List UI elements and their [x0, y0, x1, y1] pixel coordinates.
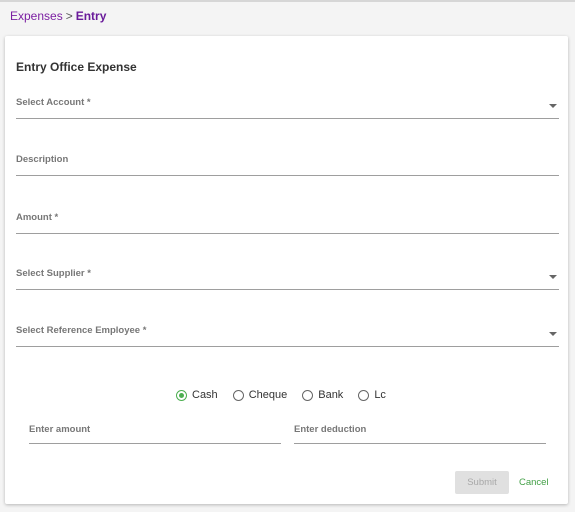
breadcrumb-separator: > [65, 9, 73, 23]
radio-circle-icon [176, 389, 187, 401]
select-account-dropdown[interactable]: Select Account * [16, 90, 559, 119]
amount-label: Amount * [16, 212, 59, 223]
breadcrumb: Expenses > Entry [10, 9, 106, 23]
radio-circle-icon [232, 389, 244, 401]
radio-label: Bank [318, 389, 344, 401]
submit-button[interactable]: Submit [455, 471, 509, 494]
form-title: Entry Office Expense [16, 60, 137, 74]
radio-label: Cash [192, 389, 218, 401]
radio-bank[interactable]: Bank [302, 389, 343, 401]
amount-input[interactable]: Amount * [16, 205, 559, 234]
enter-deduction-label: Enter deduction [294, 424, 367, 435]
radio-lc[interactable]: Lc [358, 389, 386, 401]
select-account-label: Select Account * [16, 97, 91, 108]
expense-form-card: Entry Office Expense Select Account * De… [5, 36, 568, 504]
dropdown-arrow-icon [549, 104, 557, 108]
select-reference-employee-dropdown[interactable]: Select Reference Employee * [16, 318, 559, 347]
radio-label: Cheque [248, 389, 288, 401]
description-label: Description [16, 154, 69, 165]
radio-cash[interactable]: Cash [176, 389, 218, 401]
enter-amount-label: Enter amount [29, 424, 91, 435]
cancel-button[interactable]: Cancel [519, 477, 549, 488]
radio-cheque[interactable]: Cheque [232, 389, 288, 401]
top-shadow [0, 0, 575, 2]
radio-label: Lc [374, 389, 386, 401]
breadcrumb-expenses-link[interactable]: Expenses [10, 9, 63, 23]
dropdown-arrow-icon [549, 275, 557, 279]
dropdown-arrow-icon [549, 332, 557, 336]
enter-amount-input[interactable]: Enter amount [29, 416, 281, 444]
select-employee-label: Select Reference Employee * [16, 325, 147, 336]
payment-method-radio-group: Cash Cheque Bank Lc [176, 386, 401, 404]
radio-circle-icon [358, 389, 370, 401]
select-supplier-label: Select Supplier * [16, 268, 91, 279]
radio-circle-icon [302, 389, 314, 401]
enter-deduction-input[interactable]: Enter deduction [294, 416, 546, 444]
select-supplier-dropdown[interactable]: Select Supplier * [16, 261, 559, 290]
breadcrumb-current: Entry [75, 9, 107, 23]
description-input[interactable]: Description [16, 147, 559, 176]
